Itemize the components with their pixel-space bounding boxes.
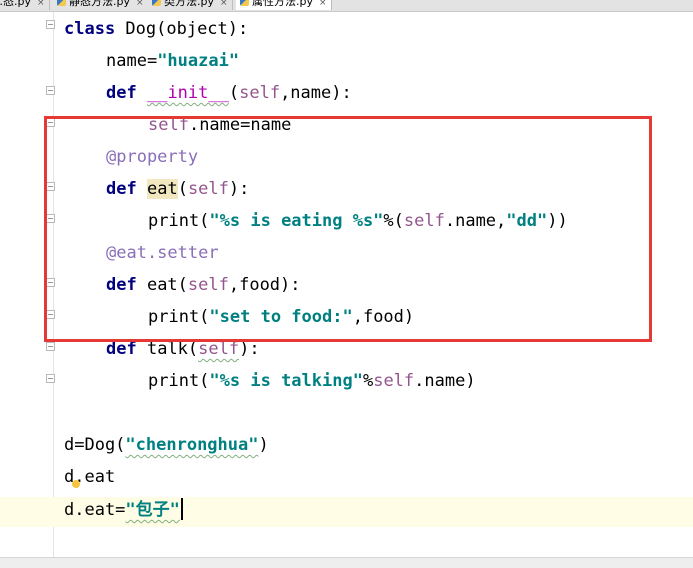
python-file-icon [152, 0, 161, 6]
code-line: class Dog(object): [64, 19, 249, 39]
code-line: d=Dog("chenronghua") [64, 435, 269, 455]
code-line: @property [106, 147, 199, 167]
tab-file-1[interactable]: …态.py × [0, 0, 50, 10]
code-editor[interactable]: class Dog(object): name="huazai" def __i… [54, 12, 693, 559]
code-line: d.eat="包子" [64, 494, 183, 526]
tab-label: 静态方法.py [69, 0, 130, 8]
horizontal-scrollbar[interactable] [0, 557, 693, 568]
code-line: self.name=name [148, 115, 292, 135]
code-line: def eat(self): [106, 179, 250, 199]
tab-close-icon[interactable]: × [220, 0, 228, 8]
line-gutter [0, 12, 55, 559]
text-caret [180, 498, 183, 520]
tab-label: …态.py [0, 0, 31, 8]
tab-static-methods[interactable]: 静态方法.py × [53, 0, 149, 10]
code-line: def talk(self): [106, 339, 260, 359]
tab-close-icon[interactable]: × [319, 0, 327, 8]
tab-property-methods[interactable]: 属性方法.py × [236, 0, 332, 10]
code-line: d .eat [64, 467, 116, 488]
python-file-icon [240, 0, 249, 6]
tab-label: 类方法.py [164, 0, 214, 8]
python-file-icon [57, 0, 66, 6]
tab-close-icon[interactable]: × [136, 0, 144, 8]
editor-tab-bar: …态.py × 静态方法.py × 类方法.py × 属性方法.py × [0, 0, 693, 12]
code-line: @eat.setter [106, 243, 219, 263]
tab-class-methods[interactable]: 类方法.py × [148, 0, 233, 10]
code-line: print("%s is eating %s"%(self.name,"dd")… [148, 211, 568, 231]
code-line: def __init__(self,name): [106, 83, 352, 103]
code-line: print("set to food:",food) [148, 307, 415, 327]
intention-bulb-icon[interactable] [72, 480, 80, 488]
tab-label: 属性方法.py [252, 0, 313, 8]
code-line: print("%s is talking"%self.name) [148, 371, 476, 391]
code-line: name="huazai" [106, 51, 240, 71]
code-line: def eat(self,food): [106, 275, 301, 295]
tab-close-icon[interactable]: × [37, 0, 45, 8]
